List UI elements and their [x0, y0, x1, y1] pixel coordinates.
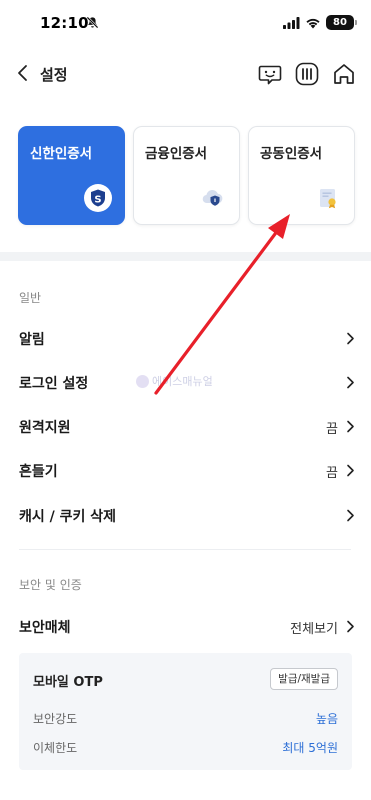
certificate-document-icon	[320, 189, 336, 209]
section-separator	[0, 252, 371, 261]
menu-item-remote-support[interactable]: 원격지원 끔	[0, 406, 371, 446]
cert-card-shinhan[interactable]: 신한인증서 S	[18, 126, 125, 225]
menu-item-shake[interactable]: 흔들기 끔	[0, 450, 371, 490]
cellular-signal-icon	[283, 16, 300, 29]
mobile-otp-card: 모바일 OTP 발급/재발급 보안강도 높음 이체한도 최대 5억원	[19, 653, 352, 770]
cert-card-label: 금융인증서	[145, 146, 208, 162]
cert-card-label: 공동인증서	[260, 146, 323, 162]
cert-card-label: 신한인증서	[30, 146, 93, 162]
chevron-right-icon	[347, 420, 354, 433]
otp-row-label: 이체한도	[33, 741, 78, 755]
menu-item-notifications[interactable]: 알림	[0, 318, 371, 358]
back-chevron-icon[interactable]	[12, 62, 34, 84]
cert-card-financial[interactable]: 금융인증서	[133, 126, 240, 225]
menu-item-clear-cache[interactable]: 캐시 / 쿠키 삭제	[0, 495, 371, 535]
menu-item-value: 끔	[326, 466, 338, 481]
page-title: 설정	[40, 66, 68, 84]
wifi-icon	[306, 18, 320, 28]
section-title-security: 보안 및 인증	[19, 578, 82, 592]
chatbot-icon[interactable]	[257, 61, 283, 87]
menu-item-security-media[interactable]: 보안매체 전체보기	[0, 606, 371, 646]
status-bar: 12:10 80	[0, 0, 371, 46]
chevron-right-icon	[347, 620, 354, 633]
battery-indicator: 80	[326, 15, 357, 30]
svg-text:S: S	[94, 195, 101, 206]
bell-off-icon	[86, 16, 99, 29]
otp-transfer-limit-value[interactable]: 최대 5억원	[282, 739, 338, 756]
view-all-link[interactable]: 전체보기	[290, 618, 338, 637]
menu-item-label: 캐시 / 쿠키 삭제	[19, 509, 117, 525]
menu-item-label: 원격지원	[19, 420, 71, 436]
status-time: 12:10	[40, 14, 89, 32]
cert-card-joint[interactable]: 공동인증서	[248, 126, 355, 225]
chevron-right-icon	[347, 464, 354, 477]
otp-title: 모바일 OTP	[33, 675, 103, 690]
watermark-logo-icon	[136, 374, 149, 388]
home-icon[interactable]	[331, 61, 357, 87]
otp-security-level-value[interactable]: 높음	[316, 710, 338, 727]
chevron-right-icon	[347, 376, 354, 389]
menu-item-label: 알림	[19, 332, 45, 348]
menu-item-label: 흔들기	[19, 464, 58, 480]
otp-row-label: 보안강도	[33, 712, 78, 726]
watermark: 에이스매뉴얼	[136, 373, 213, 389]
menu-item-label: 보안매체	[19, 620, 71, 636]
chevron-right-icon	[347, 509, 354, 522]
otp-issue-button[interactable]: 발급/재발급	[270, 668, 338, 690]
menu-bars-icon[interactable]	[294, 61, 320, 87]
watermark-text: 에이스매뉴얼	[152, 375, 213, 388]
divider	[19, 549, 351, 550]
menu-item-value: 끔	[326, 422, 338, 437]
menu-item-label: 로그인 설정	[19, 376, 89, 392]
certificate-selector: 신한인증서 S 금융인증서 공동인증서	[18, 126, 358, 226]
shinhan-s-shield-icon: S	[84, 184, 112, 212]
header: 설정	[0, 52, 371, 96]
chevron-right-icon	[347, 332, 354, 345]
cloud-shield-icon	[202, 189, 223, 206]
section-title-general: 일반	[19, 291, 42, 305]
